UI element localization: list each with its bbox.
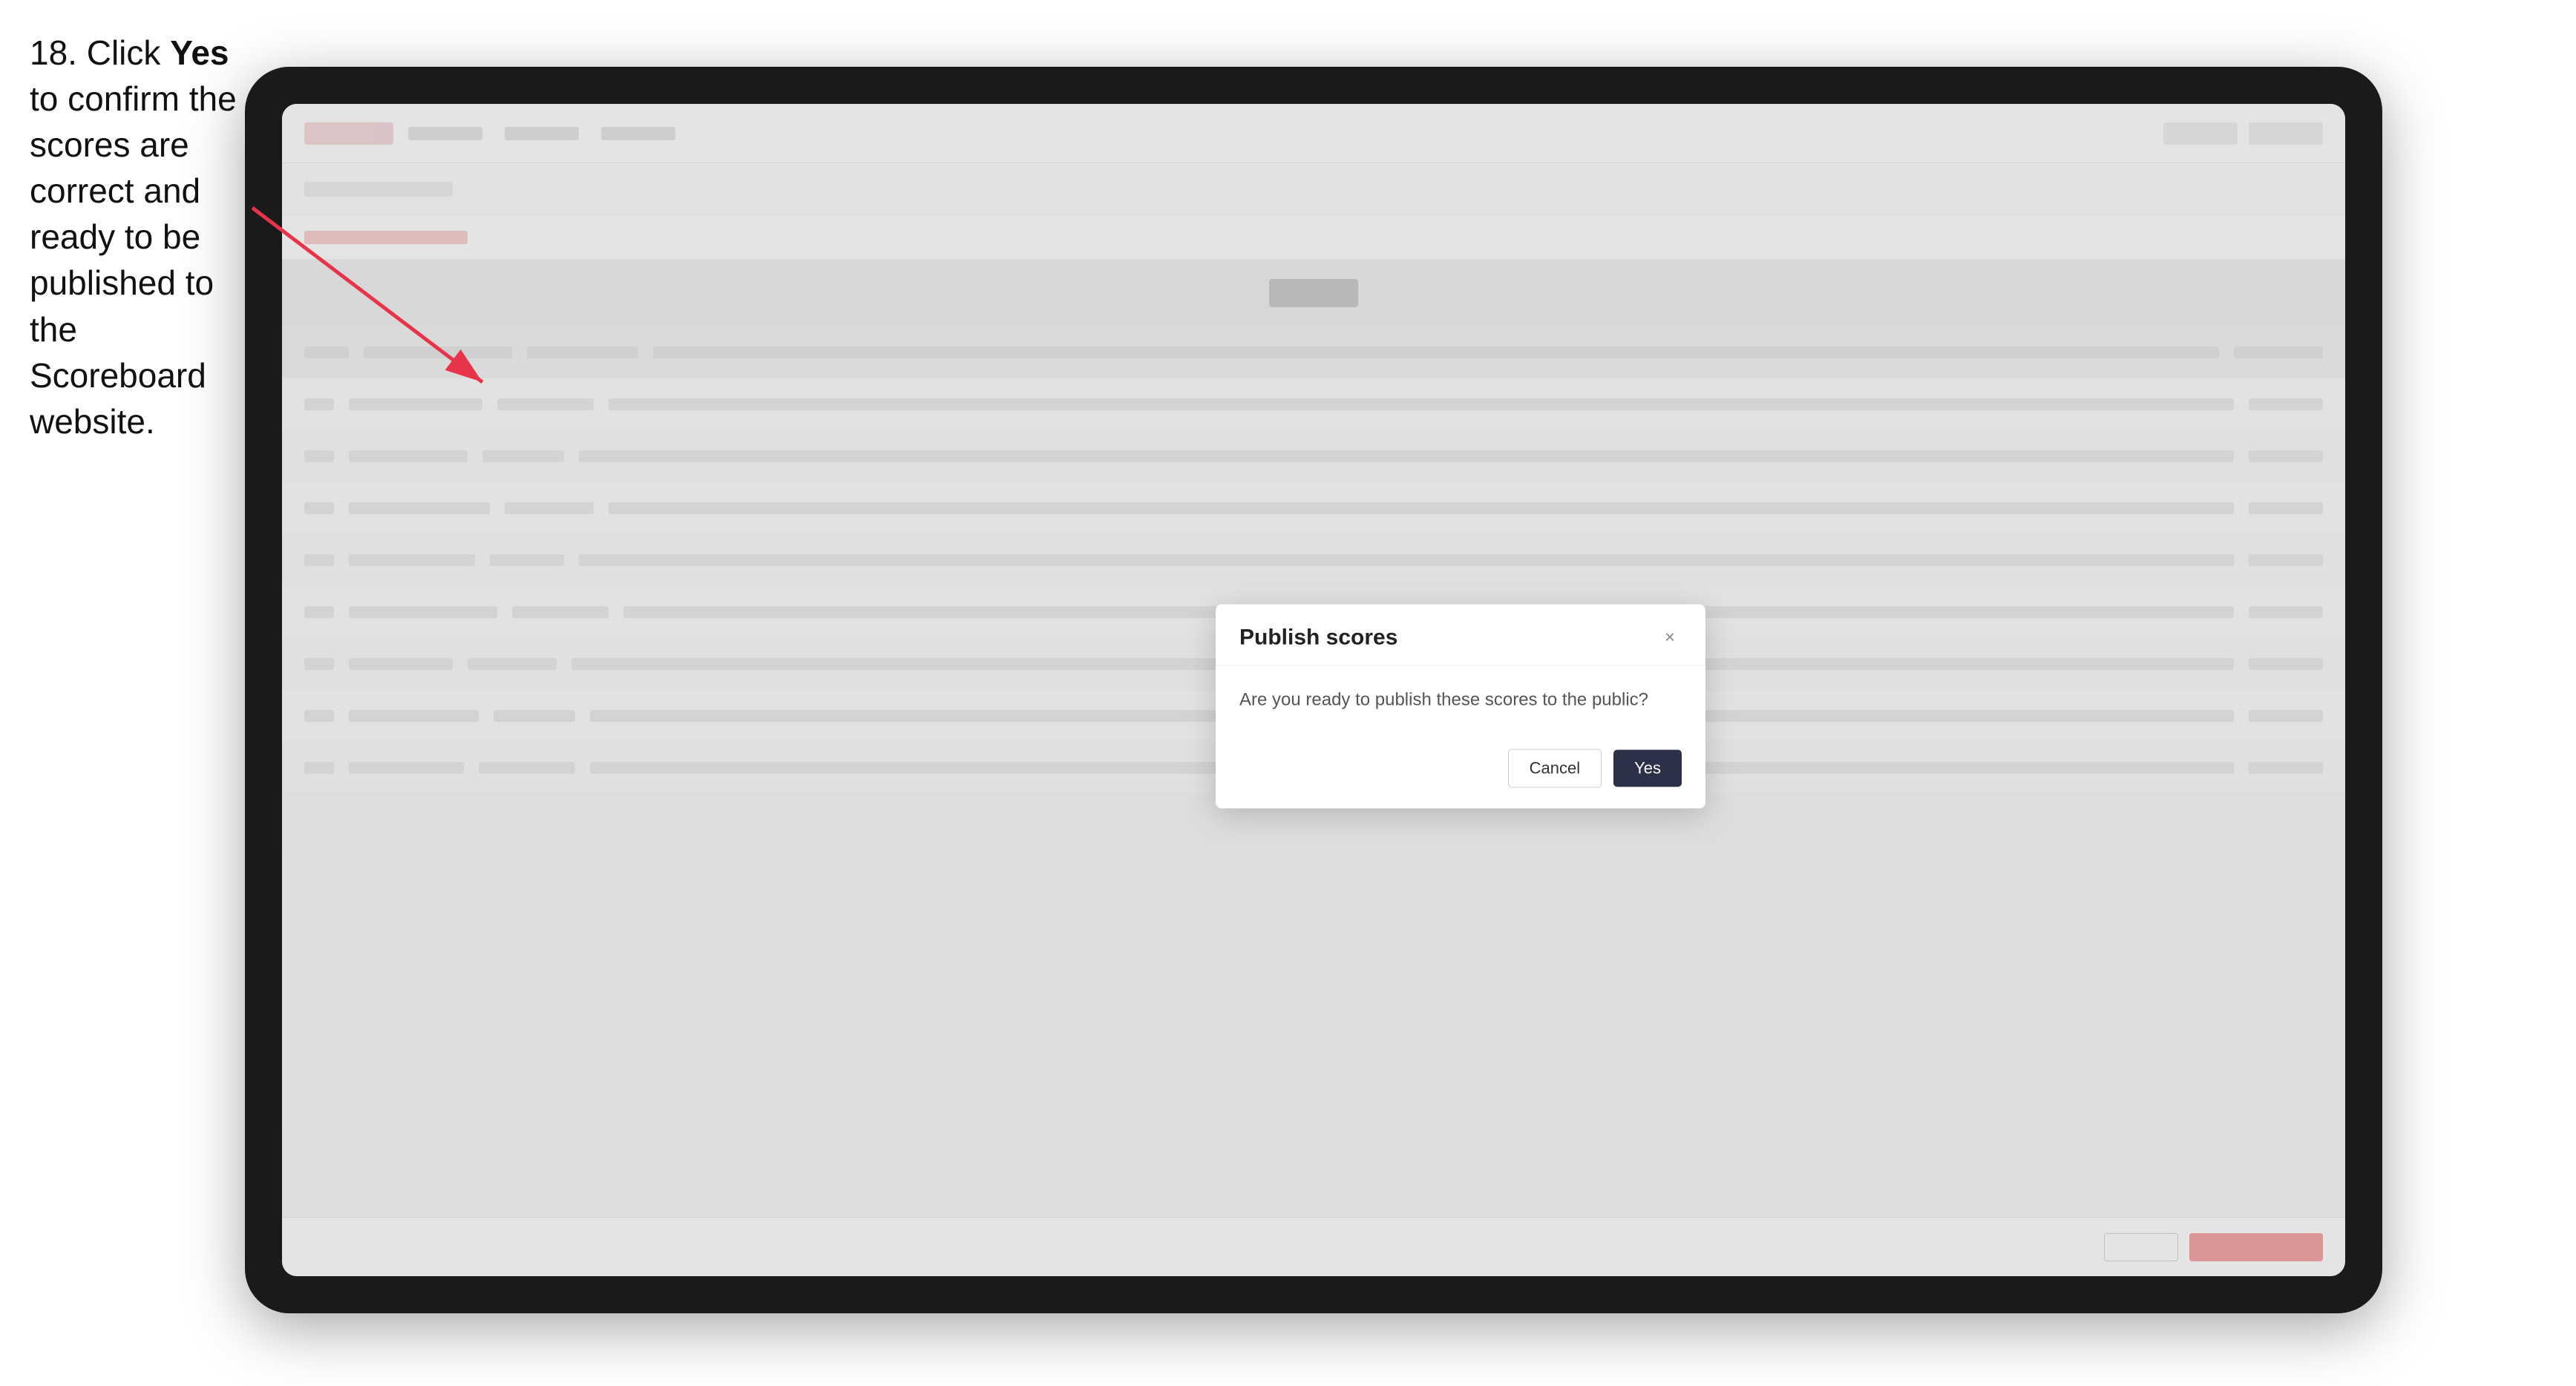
app-logo — [304, 122, 393, 145]
col-rank — [304, 346, 349, 358]
modal-title: Publish scores — [1239, 625, 1397, 651]
modal-body: Are you ready to publish these scores to… — [1216, 666, 1705, 735]
footer-outline-btn — [2104, 1233, 2178, 1261]
nav-item-results — [601, 127, 675, 140]
top-bar-action-btn — [2163, 122, 2238, 145]
col-score — [653, 346, 2219, 358]
event-bar-btn — [1269, 279, 1358, 307]
top-nav — [408, 127, 675, 140]
modal-close-button[interactable]: × — [1658, 626, 1682, 650]
modal-header: Publish scores × — [1216, 605, 1705, 666]
event-bar — [282, 260, 2345, 326]
table-row — [282, 482, 2345, 534]
col-name — [364, 346, 512, 358]
top-bar-action-btn-2 — [2249, 122, 2323, 145]
table-row — [282, 430, 2345, 482]
publish-row — [282, 215, 2345, 260]
publish-scores-modal: Publish scores × Are you ready to publis… — [1216, 605, 1705, 809]
instruction-text: 18. Click Yes to confirm the scores are … — [30, 30, 237, 444]
table-row — [282, 534, 2345, 586]
footer-bar — [282, 1217, 2345, 1276]
col-total — [2234, 346, 2323, 358]
sub-header-title — [304, 182, 453, 197]
instruction-bold: Yes — [170, 33, 229, 72]
modal-message: Are you ready to publish these scores to… — [1239, 687, 1682, 714]
cancel-button[interactable]: Cancel — [1508, 749, 1602, 788]
table-row — [282, 378, 2345, 430]
app-top-bar — [282, 104, 2345, 163]
tablet-screen: Publish scores × Are you ready to publis… — [282, 104, 2345, 1276]
yes-button[interactable]: Yes — [1613, 750, 1682, 787]
instruction-after-bold: to confirm the scores are correct and re… — [30, 79, 237, 441]
nav-item-competitions — [408, 127, 482, 140]
step-number: 18. — [30, 33, 77, 72]
col-club — [527, 346, 638, 358]
instruction-before-bold: Click — [77, 33, 170, 72]
top-bar-right — [2163, 122, 2323, 145]
publish-row-text — [304, 231, 468, 244]
tablet-frame: Publish scores × Are you ready to publis… — [245, 67, 2382, 1313]
nav-item-events — [505, 127, 579, 140]
table-header — [282, 326, 2345, 378]
modal-footer: Cancel Yes — [1216, 735, 1705, 809]
sub-header — [282, 163, 2345, 215]
footer-publish-btn — [2189, 1233, 2323, 1261]
